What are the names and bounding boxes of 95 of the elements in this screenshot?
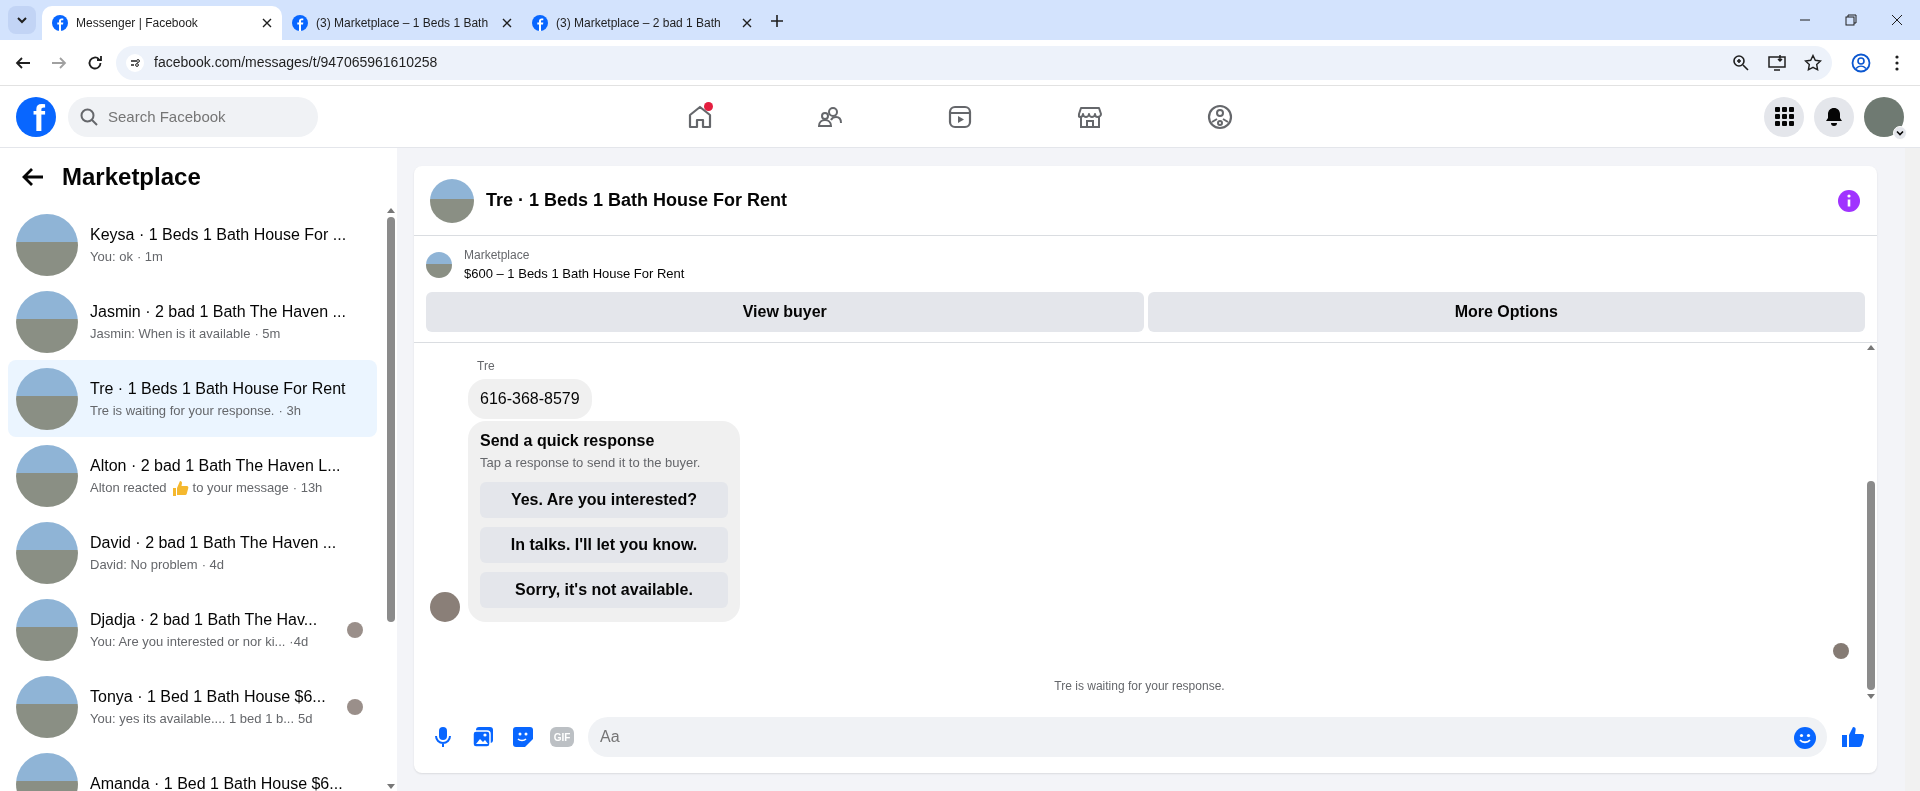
conversation-item[interactable]: Djadja · 2 bad 1 Bath The Hav... You: Are you interested or nor ki... ·4d	[8, 591, 377, 668]
conversation-title: Amanda · 1 Bed 1 Bath House $6...	[90, 773, 344, 791]
scrollbar-thumb[interactable]	[1867, 481, 1875, 690]
back-arrow-icon[interactable]	[15, 54, 31, 71]
message-preview: You: yes its available.... 1 bed 1 b...	[90, 709, 295, 728]
message-time: · 4d	[201, 555, 225, 574]
restore-icon[interactable]	[1845, 14, 1857, 26]
quick-response-button[interactable]: In talks. I'll let you know.	[480, 527, 728, 563]
menu-dots-icon[interactable]	[1895, 54, 1899, 71]
quick-response-subtitle: Tap a response to send it to the buyer.	[480, 453, 702, 472]
chevron-down-icon	[16, 14, 28, 26]
quick-response-button[interactable]: Yes. Are you interested?	[480, 482, 728, 518]
forward-arrow-icon[interactable]	[51, 54, 67, 71]
conversation-item[interactable]: David · 2 bad 1 Bath The Haven ... David: No problem · 4d	[8, 514, 377, 591]
message-bubble: 616-368-8579	[468, 378, 592, 419]
seen-avatar-photo	[1833, 643, 1849, 659]
photo-placeholder	[430, 178, 474, 223]
action-button[interactable]: More Options	[1147, 291, 1865, 332]
message-time: · 5m	[254, 324, 281, 343]
bookmark-star-icon[interactable]	[1804, 53, 1822, 72]
site-settings-icon[interactable]	[126, 53, 144, 72]
sender-name: Tre	[477, 357, 496, 375]
notifications-button[interactable]	[1814, 96, 1854, 137]
microphone-icon[interactable]	[435, 726, 451, 748]
reload-icon[interactable]	[87, 54, 103, 71]
action-button[interactable]: View buyer	[426, 291, 1144, 332]
message-time: · 3h	[278, 401, 301, 420]
conversation-item[interactable]: Tonya · 1 Bed 1 Bath House $6... You: yes its available.... 1 bed 1 b... 5d	[8, 668, 377, 745]
profile-icon[interactable]	[1851, 52, 1871, 73]
listing-text: $600 – 1 Beds 1 Bath House For Rent	[464, 265, 685, 283]
message-preview: You: Are you interested or nor ki...	[90, 632, 286, 651]
close-icon[interactable]	[262, 18, 272, 28]
page-scrollbar[interactable]	[1905, 148, 1920, 791]
conversation-item[interactable]: Jasmin · 2 bad 1 Bath The Haven ... Jasmin: When is it available · 5m	[8, 283, 377, 360]
conversation-title: Jasmin · 2 bad 1 Bath The Haven ...	[90, 301, 347, 322]
bell-icon	[1824, 106, 1844, 127]
conversation-title: Alton · 2 bad 1 Bath The Haven L...	[90, 455, 342, 476]
info-icon[interactable]	[1837, 188, 1861, 213]
message-time: 5d	[298, 709, 313, 728]
quick-response-button[interactable]: Sorry, it's not available.	[480, 572, 728, 608]
caret-icon	[1896, 128, 1904, 137]
close-icon[interactable]	[1891, 14, 1903, 26]
plus-icon[interactable]	[770, 13, 784, 28]
message-preview: Tre is waiting for your response.	[90, 401, 275, 420]
message-time: · 1m	[136, 247, 163, 266]
message-time: ·4d	[289, 632, 309, 651]
sticker-icon[interactable]	[512, 726, 534, 748]
message-preview: to your message	[192, 478, 289, 497]
panel-title: Marketplace	[62, 162, 201, 192]
conversation-item[interactable]: Tre · 1 Beds 1 Bath House For Rent Tre is waiting for your response. · 3h	[8, 360, 377, 437]
close-icon[interactable]	[502, 18, 512, 28]
message-preview: You: ok	[90, 247, 133, 266]
avatar-photo-placeholder	[430, 592, 460, 622]
browser-tab[interactable]: Messenger | Facebook	[42, 6, 282, 40]
zoom-icon[interactable]	[1732, 53, 1750, 72]
quick-response-title: Send a quick response	[480, 430, 656, 451]
facebook-favicon-icon	[532, 15, 548, 31]
conversation-item[interactable]: Amanda · 1 Bed 1 Bath House $6...	[8, 745, 377, 791]
photo-placeholder	[426, 251, 452, 278]
conversation-item[interactable]: Keysa · 1 Beds 1 Bath House For ... You: ok · 1m	[8, 206, 377, 283]
tab-title: (3) Marketplace – 1 Beds 1 Bath	[316, 15, 490, 32]
message-preview: Alton reacted	[90, 478, 167, 497]
conversation-title: David · 2 bad 1 Bath The Haven ...	[90, 532, 338, 553]
facebook-favicon-icon	[52, 15, 68, 31]
back-arrow-icon[interactable]	[22, 167, 44, 187]
profile-photo-placeholder[interactable]	[1864, 96, 1904, 137]
listing-label: Marketplace	[464, 247, 531, 264]
status-text: Tre is waiting for your response.	[1053, 678, 1226, 695]
thumbs-up-icon[interactable]	[1841, 725, 1865, 749]
chat-title: Tre · 1 Beds 1 Bath House For Rent	[486, 189, 789, 212]
message-preview: David: No problem	[90, 555, 198, 574]
browser-tab[interactable]: (3) Marketplace – 2 bad 1 Bath	[522, 6, 762, 40]
scrollbar-thumb[interactable]	[387, 217, 395, 623]
conversation-title: Djadja · 2 bad 1 Bath The Hav...	[90, 609, 319, 630]
install-app-icon[interactable]	[1768, 54, 1786, 73]
search-field[interactable]: Search Facebook	[68, 96, 318, 137]
conversation-title: Keysa · 1 Beds 1 Bath House For ...	[90, 224, 348, 245]
facebook-logo[interactable]: f	[16, 96, 56, 137]
tab-title: (3) Marketplace – 2 bad 1 Bath	[556, 15, 722, 32]
message-time: · 13h	[292, 478, 323, 497]
browser-tab[interactable]: (3) Marketplace – 1 Beds 1 Bath	[282, 6, 522, 40]
tab-title: Messenger | Facebook	[76, 15, 199, 32]
image-icon[interactable]	[472, 726, 494, 748]
conversation-item[interactable]: Alton · 2 bad 1 Bath The Haven L... Alton reacted to your message · 13h	[8, 437, 377, 514]
conversation-title: Tonya · 1 Bed 1 Bath House $6...	[90, 686, 327, 707]
message-input-field[interactable]: Aa	[588, 717, 1827, 757]
close-icon[interactable]	[742, 18, 752, 28]
conversation-title: Tre · 1 Beds 1 Bath House For Rent	[90, 378, 347, 399]
message-preview: Jasmin: When is it available	[90, 324, 251, 343]
tab-list-button[interactable]	[8, 6, 36, 34]
smiley-icon[interactable]	[1793, 725, 1817, 750]
gamepad-icon[interactable]	[1206, 102, 1234, 131]
menu-grid-button[interactable]	[1764, 96, 1804, 137]
facebook-favicon-icon	[292, 15, 308, 31]
grid-icon	[1774, 107, 1794, 126]
